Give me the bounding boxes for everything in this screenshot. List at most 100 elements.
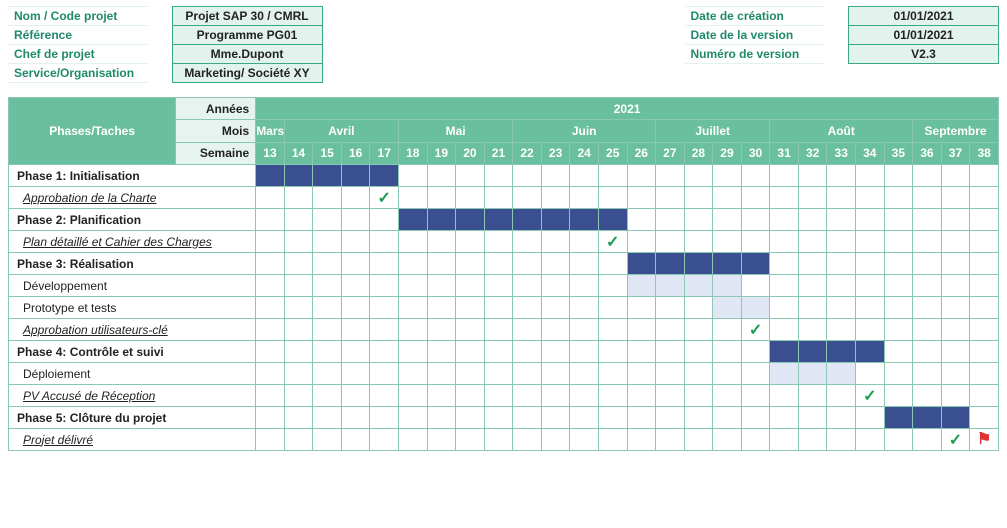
gantt-cell [741,429,770,451]
gantt-cell [656,187,685,209]
gantt-cell [313,165,342,187]
gantt-cell [656,429,685,451]
gantt-row: Plan détaillé et Cahier des Charges ✓ [9,231,999,253]
gantt-cell [713,209,742,231]
gantt-cell [370,253,399,275]
gantt-cell [770,165,799,187]
gantt-cell [284,209,313,231]
gantt-cell [656,253,685,275]
gantt-cell [713,253,742,275]
gantt-cell [341,341,370,363]
axis-month: Mars [256,120,285,142]
gantt-row: Phase 5: Clôture du projet [9,407,999,429]
gantt-cell [856,407,885,429]
axis-months-label: Mois [175,120,255,142]
info-label: Référence [8,26,148,45]
gantt-cell [713,407,742,429]
gantt-cell [284,187,313,209]
gantt-cell [427,407,456,429]
gantt-cell: ✓ [598,231,627,253]
axis-weeks-label: Semaine [175,143,255,164]
gantt-cell [941,187,970,209]
gantt-cell [399,187,428,209]
axis-month: Août [770,120,913,142]
axis-month: Juillet [656,120,770,142]
gantt-cell [827,253,856,275]
axis-week: 37 [941,142,970,164]
gantt-row: Phase 2: Planification [9,209,999,231]
gantt-cell [627,165,656,187]
gantt-cell [627,275,656,297]
axis-week: 20 [456,142,485,164]
gantt-cell [713,341,742,363]
check-icon: ✓ [749,324,762,338]
gantt-cell [456,429,485,451]
gantt-cell [313,407,342,429]
gantt-cell [684,319,713,341]
gantt-row: Projet délivré✓⚑ [9,429,999,451]
gantt-cell [656,341,685,363]
gantt-cell [541,407,570,429]
gantt-cell [399,297,428,319]
gantt-cell [770,429,799,451]
gantt-cell [627,297,656,319]
gantt-cell [770,297,799,319]
gantt-cell [570,429,599,451]
gantt-cell [570,363,599,385]
gantt-cell [370,165,399,187]
gantt-cell [541,253,570,275]
axis-week: 24 [570,142,599,164]
info-value: V2.3 [849,45,999,64]
axis-week: 36 [913,142,942,164]
gantt-cell [484,209,513,231]
gantt-cell [713,231,742,253]
gantt-cell [798,341,827,363]
axis-week: 30 [741,142,770,164]
gantt-cell [427,231,456,253]
gantt-cell [770,187,799,209]
gantt-cell [456,385,485,407]
gantt-cell [513,341,542,363]
gantt-cell [370,231,399,253]
gantt-cell [684,385,713,407]
gantt-cell [856,231,885,253]
gantt-cell [913,363,942,385]
gantt-cell [713,275,742,297]
gantt-cell [656,275,685,297]
axis-week: 15 [313,142,342,164]
axis-week: 23 [541,142,570,164]
axis-month: Mai [399,120,513,142]
gantt-cell [913,407,942,429]
gantt-cell [513,429,542,451]
gantt-cell [341,429,370,451]
milestone-label: Plan détaillé et Cahier des Charges [9,231,256,253]
gantt-cell [798,407,827,429]
gantt-cell [370,385,399,407]
gantt-cell [798,165,827,187]
gantt-cell [770,253,799,275]
gantt-cell: ✓ [941,429,970,451]
gantt-cell [913,275,942,297]
gantt-cell [570,275,599,297]
gantt-cell [598,407,627,429]
gantt-cell [341,385,370,407]
gantt-cell [570,341,599,363]
gantt-cell [256,165,285,187]
axis-week: 17 [370,142,399,164]
gantt-cell [284,407,313,429]
gantt-cell [456,231,485,253]
gantt-cell [513,385,542,407]
gantt-cell [656,165,685,187]
gantt-cell [598,253,627,275]
gantt-cell [484,385,513,407]
gantt-cell [370,363,399,385]
gantt-cell [598,297,627,319]
gantt-cell [284,253,313,275]
project-info-panel: Nom / Code projetProjet SAP 30 / CMRLRéf… [8,6,999,83]
gantt-cell [256,209,285,231]
gantt-cell [770,275,799,297]
gantt-cell [856,429,885,451]
gantt-cell [370,341,399,363]
gantt-cell [256,187,285,209]
milestone-label: Projet délivré [9,429,256,451]
